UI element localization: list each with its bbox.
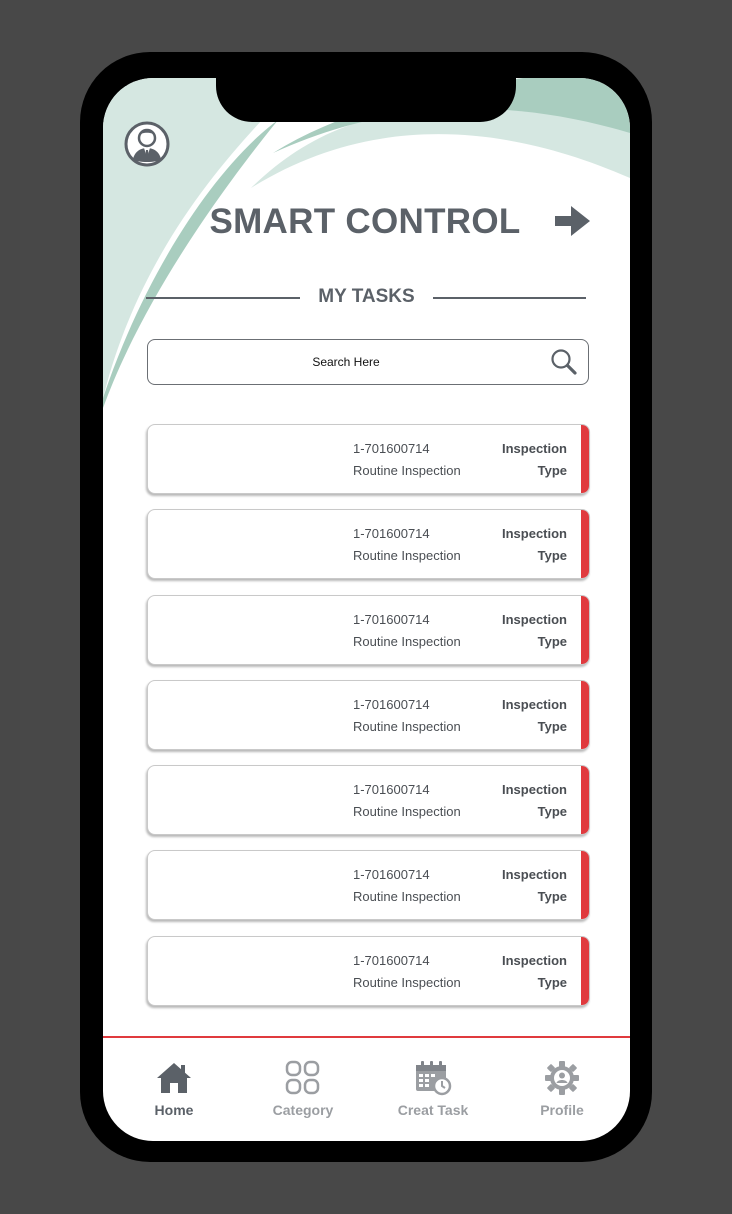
status-bar [581, 936, 589, 1005]
nav-label-profile: Profile [540, 1102, 584, 1118]
divider-right [433, 297, 586, 299]
task-type-label: Inspection [501, 782, 567, 798]
task-card[interactable]: 1-701600714 Routine Inspection Inspectio… [147, 424, 590, 494]
status-bar [581, 595, 589, 664]
calendar-clock-icon [416, 1061, 452, 1096]
user-avatar-icon[interactable] [124, 121, 170, 167]
search-box [147, 339, 589, 385]
task-id: 1-701600714 [353, 782, 430, 798]
task-id: 1-701600714 [353, 952, 430, 968]
task-type-value: Type [537, 974, 567, 990]
task-title: Routine Inspection [353, 548, 461, 564]
task-title: Routine Inspection [353, 974, 461, 990]
profile-gear-icon [545, 1061, 579, 1095]
task-type-value: Type [537, 548, 567, 564]
status-bar [581, 425, 589, 493]
task-title: Routine Inspection [353, 889, 461, 905]
bottom-nav: Home Category Creat Task Profile [103, 1060, 630, 1120]
task-card[interactable]: 1-701600714 Routine Inspection Inspectio… [147, 679, 590, 750]
task-title: Routine Inspection [353, 633, 461, 649]
nav-divider [103, 1036, 630, 1038]
search-icon[interactable] [550, 348, 578, 376]
task-type-value: Type [537, 889, 567, 905]
nav-item-create-task[interactable]: Creat Task [378, 1060, 488, 1118]
section-header: MY TASKS [146, 286, 586, 308]
nav-item-category[interactable]: Category [248, 1060, 358, 1118]
arrow-right-icon[interactable] [553, 204, 593, 238]
task-card[interactable]: 1-701600714 Routine Inspection Inspectio… [147, 935, 590, 1006]
task-type-label: Inspection [501, 867, 567, 883]
task-card[interactable]: 1-701600714 Routine Inspection Inspectio… [147, 765, 590, 836]
task-card[interactable]: 1-701600714 Routine Inspection Inspectio… [147, 850, 590, 921]
task-type-value: Type [537, 718, 567, 734]
task-type-value: Type [537, 633, 567, 649]
task-card[interactable]: 1-701600714 Routine Inspection Inspectio… [147, 509, 590, 580]
task-list: 1-701600714 Routine Inspection Inspectio… [147, 424, 590, 1021]
status-bar [581, 766, 589, 835]
section-title: MY TASKS [318, 286, 415, 307]
status-bar [581, 510, 589, 579]
category-grid-icon [285, 1060, 320, 1095]
task-id: 1-701600714 [353, 441, 430, 456]
task-id: 1-701600714 [353, 526, 430, 542]
task-id: 1-701600714 [353, 696, 430, 712]
search-input[interactable] [148, 340, 544, 383]
task-title: Routine Inspection [353, 804, 461, 820]
app-title: SMART CONTROL [209, 202, 521, 241]
task-title: Routine Inspection [353, 718, 461, 734]
task-type-label: Inspection [501, 696, 567, 712]
divider-left [146, 297, 300, 299]
nav-item-home[interactable]: Home [119, 1060, 229, 1118]
app-screen: SMART CONTROL MY TASKS 1-701600714 Routi… [103, 78, 630, 1141]
status-bar [581, 851, 589, 920]
task-title: Routine Inspection [353, 463, 461, 478]
task-card[interactable]: 1-701600714 Routine Inspection Inspectio… [147, 594, 590, 665]
task-type-value: Type [537, 463, 567, 478]
task-type-label: Inspection [501, 441, 567, 456]
task-type-label: Inspection [501, 952, 567, 968]
nav-label-create-task: Creat Task [397, 1102, 469, 1118]
task-type-label: Inspection [501, 611, 567, 627]
task-type-label: Inspection [501, 526, 567, 542]
task-id: 1-701600714 [353, 611, 430, 627]
header-background-art [103, 78, 630, 408]
phone-notch [216, 70, 516, 122]
nav-label-home: Home [154, 1102, 194, 1118]
nav-item-profile[interactable]: Profile [507, 1060, 617, 1118]
nav-label-category: Category [272, 1102, 334, 1118]
task-id: 1-701600714 [353, 867, 430, 883]
home-icon [157, 1063, 191, 1093]
status-bar [581, 680, 589, 749]
task-type-value: Type [537, 804, 567, 820]
